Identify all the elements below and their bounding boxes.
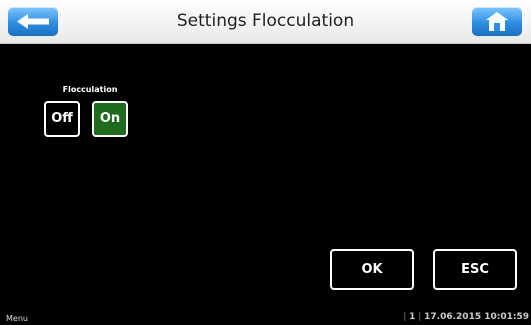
menu-link[interactable]: Menu [6,314,28,323]
home-icon [486,12,508,31]
esc-button[interactable]: ESC [433,249,517,290]
datetime: 17.06.2015 10:01:59 [424,312,529,322]
header-bar: Settings Flocculation [0,0,531,44]
flocculation-on-button[interactable]: On [92,101,128,137]
flocculation-label: Flocculation [62,85,118,94]
status-info: | 1 | 17.06.2015 10:01:59 [403,312,529,322]
status-bar: Menu | 1 | 17.06.2015 10:01:59 [0,311,531,325]
page-title: Settings Flocculation [176,11,355,31]
home-button[interactable] [472,7,522,36]
ok-button[interactable]: OK [330,249,414,290]
flocculation-off-button[interactable]: Off [44,101,80,137]
